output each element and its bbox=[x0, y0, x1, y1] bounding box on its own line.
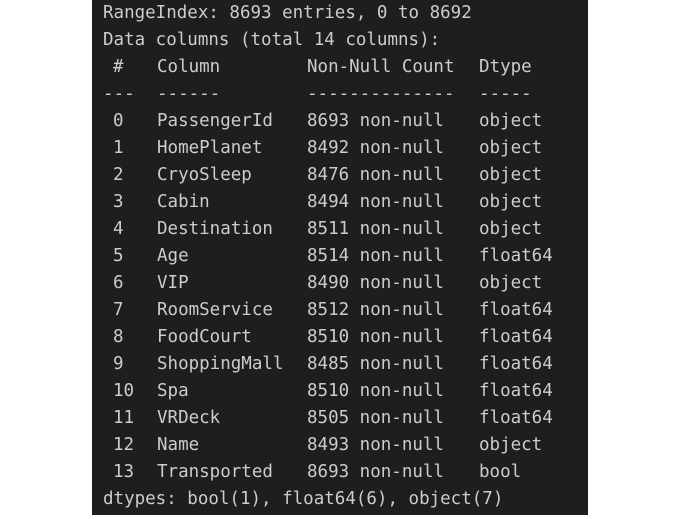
row-num: 10 bbox=[113, 381, 135, 401]
row-dtype: float64 bbox=[479, 408, 553, 428]
output-panel: RangeIndex: 8693 entries, 0 to 8692 Data… bbox=[92, 0, 588, 515]
row-num: 2 bbox=[113, 165, 124, 185]
separator-column: ------ bbox=[157, 84, 221, 104]
row-column: HomePlanet bbox=[157, 138, 263, 158]
row-count: 8510 non-null bbox=[307, 381, 444, 401]
table-row: 9 ShoppingMall 8485 non-null float64 bbox=[103, 351, 588, 378]
row-num: 9 bbox=[113, 354, 124, 374]
row-dtype: object bbox=[479, 138, 543, 158]
table-row: 1 HomePlanet 8492 non-null object bbox=[103, 135, 588, 162]
table-row: 0 PassengerId 8693 non-null object bbox=[103, 108, 588, 135]
row-column: VRDeck bbox=[157, 408, 221, 428]
row-column: FoodCourt bbox=[157, 327, 252, 347]
table-row: 12 Name 8493 non-null object bbox=[103, 432, 588, 459]
row-count: 8512 non-null bbox=[307, 300, 444, 320]
row-column: Transported bbox=[157, 462, 273, 482]
table-separator: --- ------ -------------- ----- bbox=[103, 81, 588, 108]
row-column: ShoppingMall bbox=[157, 354, 284, 374]
row-count: 8510 non-null bbox=[307, 327, 444, 347]
row-dtype: float64 bbox=[479, 354, 553, 374]
table-header: # Column Non-Null Count Dtype bbox=[103, 54, 588, 81]
row-count: 8505 non-null bbox=[307, 408, 444, 428]
row-count: 8485 non-null bbox=[307, 354, 444, 374]
row-dtype: float64 bbox=[479, 327, 553, 347]
table-row: 2 CryoSleep 8476 non-null object bbox=[103, 162, 588, 189]
row-num: 12 bbox=[113, 435, 135, 455]
table-row: 5 Age 8514 non-null float64 bbox=[103, 243, 588, 270]
row-column: CryoSleep bbox=[157, 165, 252, 185]
row-column: PassengerId bbox=[157, 111, 273, 131]
row-num: 4 bbox=[113, 219, 124, 239]
columns-info-line: Data columns (total 14 columns): bbox=[103, 30, 441, 50]
dtypes-summary: dtypes: bool(1), float64(6), object(7) bbox=[103, 489, 504, 509]
row-num: 3 bbox=[113, 192, 124, 212]
row-num: 8 bbox=[113, 327, 124, 347]
row-dtype: object bbox=[479, 219, 543, 239]
row-dtype: bool bbox=[479, 462, 522, 482]
row-column: RoomService bbox=[157, 300, 273, 320]
row-count: 8493 non-null bbox=[307, 435, 444, 455]
row-count: 8693 non-null bbox=[307, 462, 444, 482]
row-num: 13 bbox=[113, 462, 135, 482]
row-dtype: object bbox=[479, 165, 543, 185]
separator-count: -------------- bbox=[307, 84, 455, 104]
row-count: 8514 non-null bbox=[307, 246, 444, 266]
row-column: Cabin bbox=[157, 192, 210, 212]
row-num: 0 bbox=[113, 111, 124, 131]
table-row: 6 VIP 8490 non-null object bbox=[103, 270, 588, 297]
row-count: 8511 non-null bbox=[307, 219, 444, 239]
row-dtype: object bbox=[479, 192, 543, 212]
separator-num: --- bbox=[103, 84, 135, 104]
row-dtype: object bbox=[479, 435, 543, 455]
row-dtype: float64 bbox=[479, 300, 553, 320]
table-row: 10 Spa 8510 non-null float64 bbox=[103, 378, 588, 405]
row-column: Age bbox=[157, 246, 189, 266]
range-index-line: RangeIndex: 8693 entries, 0 to 8692 bbox=[103, 3, 472, 23]
table-row: 13 Transported 8693 non-null bool bbox=[103, 459, 588, 486]
table-row: 11 VRDeck 8505 non-null float64 bbox=[103, 405, 588, 432]
row-dtype: object bbox=[479, 273, 543, 293]
row-column: Spa bbox=[157, 381, 189, 401]
row-column: Name bbox=[157, 435, 200, 455]
row-column: VIP bbox=[157, 273, 189, 293]
row-count: 8492 non-null bbox=[307, 138, 444, 158]
header-count: Non-Null Count bbox=[307, 57, 455, 77]
table-row: 3 Cabin 8494 non-null object bbox=[103, 189, 588, 216]
header-column: Column bbox=[157, 57, 221, 77]
table-row: 8 FoodCourt 8510 non-null float64 bbox=[103, 324, 588, 351]
row-num: 1 bbox=[113, 138, 124, 158]
row-count: 8490 non-null bbox=[307, 273, 444, 293]
row-num: 6 bbox=[113, 273, 124, 293]
row-count: 8494 non-null bbox=[307, 192, 444, 212]
row-count: 8476 non-null bbox=[307, 165, 444, 185]
row-dtype: float64 bbox=[479, 381, 553, 401]
page: RangeIndex: 8693 entries, 0 to 8692 Data… bbox=[0, 0, 680, 515]
row-num: 11 bbox=[113, 408, 135, 428]
row-column: Destination bbox=[157, 219, 273, 239]
table-row: 7 RoomService 8512 non-null float64 bbox=[103, 297, 588, 324]
row-num: 5 bbox=[113, 246, 124, 266]
separator-dtype: ----- bbox=[479, 84, 532, 104]
row-dtype: object bbox=[479, 111, 543, 131]
header-dtype: Dtype bbox=[479, 57, 532, 77]
table-row: 4 Destination 8511 non-null object bbox=[103, 216, 588, 243]
row-count: 8693 non-null bbox=[307, 111, 444, 131]
row-dtype: float64 bbox=[479, 246, 553, 266]
row-num: 7 bbox=[113, 300, 124, 320]
header-num: # bbox=[113, 57, 124, 77]
